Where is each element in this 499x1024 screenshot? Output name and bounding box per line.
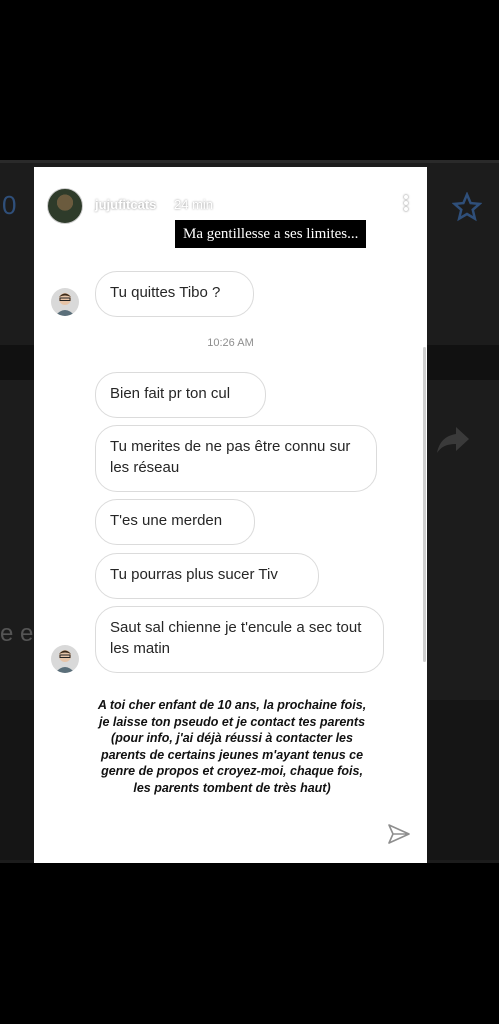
contact-avatar (51, 645, 79, 673)
story-caption: Ma gentillesse a ses limites... (175, 220, 367, 248)
story-time: 24 min (174, 197, 214, 212)
background-divider (0, 160, 499, 163)
story-username[interactable]: jujufitcats (95, 197, 156, 212)
message-bubble: Tu merites de ne pas être connu sur les … (95, 425, 377, 492)
star-icon[interactable] (451, 191, 483, 227)
chat-scrollbar[interactable] (423, 347, 426, 662)
chat-timestamp: 10:26 AM (207, 337, 254, 349)
message-bubble: T'es une merden (95, 499, 255, 545)
message-bubble: Tu quittes Tibo ? (95, 271, 254, 317)
message-bubble: Bien fait pr ton cul (95, 372, 266, 418)
send-icon[interactable] (387, 822, 411, 846)
contact-avatar (51, 288, 79, 316)
background-number: 0 (2, 190, 17, 220)
more-icon[interactable] (403, 193, 409, 215)
message-bubble: Tu pourras plus sucer Tiv (95, 553, 319, 599)
story-card: jujufitcats 24 min Ma gentillesse a ses … (34, 167, 427, 863)
message-bubble: Saut sal chienne je t'encule a sec tout … (95, 606, 384, 673)
share-icon[interactable] (436, 425, 470, 460)
background-text: e e (0, 620, 34, 647)
story-avatar[interactable] (47, 188, 83, 224)
story-overlay-text: A toi cher enfant de 10 ans, la prochain… (97, 698, 367, 795)
